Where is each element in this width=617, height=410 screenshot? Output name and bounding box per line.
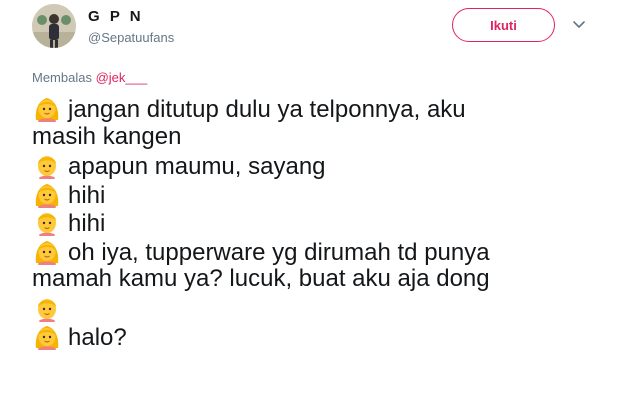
avatar[interactable] [32,4,76,48]
tweet-line-text: jangan ditutup dulu ya telponnya, aku [68,96,466,123]
girl-emoji [32,237,62,265]
tweet-line: masih kangen [32,123,602,152]
tweet-line: jangan ditutup dulu ya telponnya, aku [32,94,602,123]
tweet-line: hihi [32,180,602,209]
tweet-line-text: oh iya, tupperware yg dirumah td punya [68,238,490,266]
girl-emoji [32,180,62,208]
tweet-line-text: mamah kamu ya? lucuk, buat aku aja dong [32,265,490,292]
tweet-line-text: halo? [68,324,127,351]
girl-emoji [32,94,62,122]
tweet-line [32,294,602,323]
follow-button[interactable]: Ikuti [452,8,555,42]
tweet-line-text: hihi [68,181,106,209]
boy-emoji [32,208,62,236]
girl-emoji [32,322,62,350]
tweet-line-text: masih kangen [32,122,182,150]
mention-link[interactable]: @jek___ [96,70,148,85]
replying-to: Membalas @jek___ [32,70,147,85]
tweet-text: jangan ditutup dulu ya telponnya, aku mas… [32,94,602,351]
tweet-line-text: hihi [68,210,106,237]
tweet-header: G P N @Sepatuufans Ikuti [0,0,617,60]
display-name[interactable]: G P N [88,8,144,25]
replying-label: Membalas [32,70,92,85]
avatar-image [32,4,76,48]
boy-emoji [32,151,62,179]
user-handle[interactable]: @Sepatuufans [88,30,174,45]
tweet-line: mamah kamu ya? lucuk, buat aku aja dong [32,265,602,294]
tweet-line: apapun maumu, sayang [32,151,602,180]
tweet-line: oh iya, tupperware yg dirumah td punya [32,237,602,266]
tweet-line: halo? [32,322,602,351]
chevron-down-icon[interactable] [572,18,586,32]
tweet-line: hihi [32,208,602,237]
boy-emoji [32,294,62,322]
tweet-line-text: apapun maumu, sayang [68,153,326,180]
